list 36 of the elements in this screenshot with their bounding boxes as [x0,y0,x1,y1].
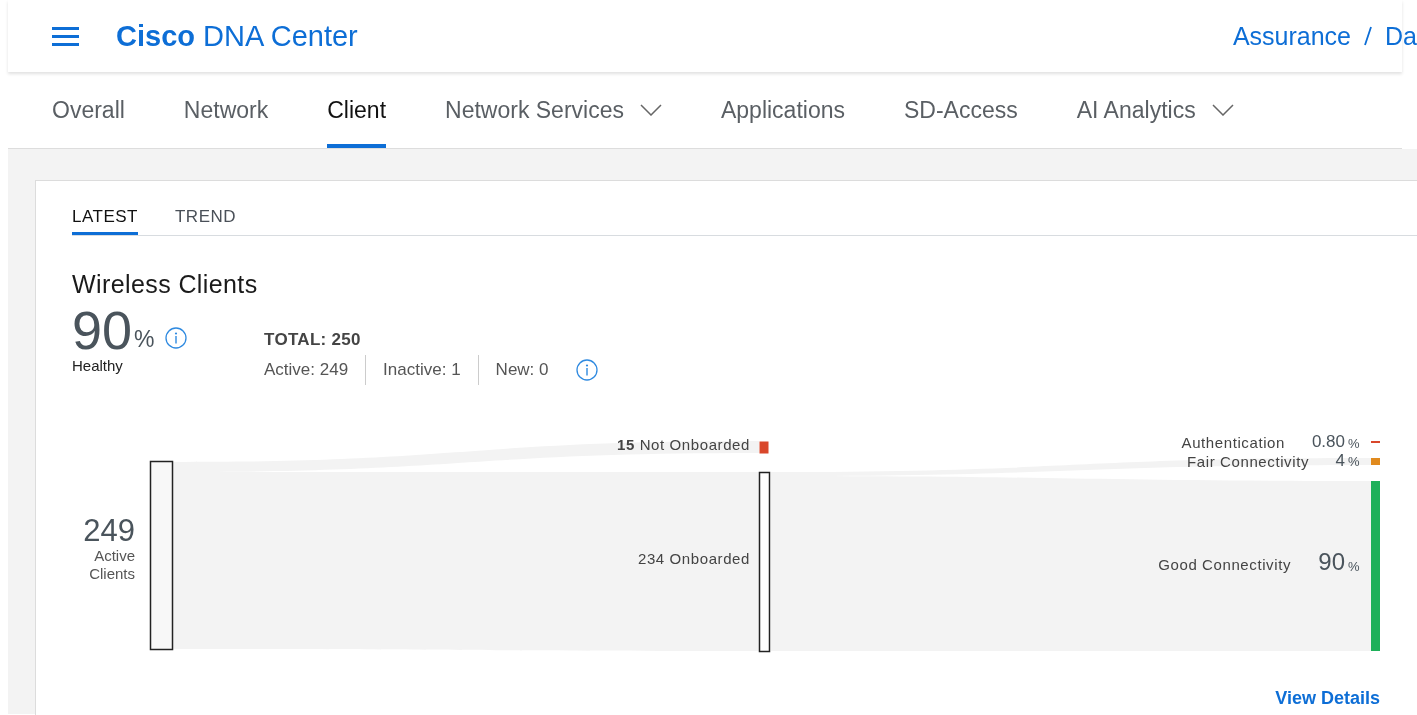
info-icon[interactable] [164,327,187,349]
percent-value: 0.80 [1311,432,1345,452]
nav-tab[interactable]: Overall [52,72,125,148]
percent-sign: % [1348,436,1360,451]
client-stat: Active: 249 [264,359,350,381]
view-details-link[interactable]: View Details [1275,688,1380,709]
client-stat: Inactive: 1 [365,355,478,385]
node-label: Good Connectivity [1158,556,1291,573]
total-count: TOTAL: 250 [264,330,362,350]
breadcrumb-link[interactable]: Da [1385,21,1417,51]
percent-sign: % [1348,559,1360,574]
app-title: Cisco DNA Center [116,19,358,53]
percent-value: 4 [1335,451,1345,471]
node-label: 15 Not Onboarded [616,436,750,453]
node-label: 234 Onboarded [637,550,750,567]
percent-sign: % [1348,454,1360,469]
percent-value: 90 [1318,548,1345,576]
node-label: Fair Connectivity [1187,453,1309,470]
menu-icon[interactable] [52,25,79,47]
nav-tab[interactable]: Applications [720,72,845,148]
nav-tab[interactable]: Network [183,72,269,148]
node-value: 249 [83,513,135,549]
client-stat: New: 0 [477,355,566,385]
sub-tab[interactable]: LATEST [72,203,138,235]
sub-tab[interactable]: TREND [175,203,237,235]
nav-tab[interactable]: AI Analytics [1076,72,1234,148]
info-icon[interactable] [575,359,598,381]
panel-title: Wireless Clients [72,270,259,299]
node-label: Authentication [1181,434,1285,451]
breadcrumb-link[interactable]: Assurance [1232,21,1352,51]
nav-tab[interactable]: SD-Access [904,72,1018,148]
node-label: Active Clients [88,547,135,583]
nav-tab[interactable]: Network Services [445,72,662,148]
health-label: Healthy [72,357,124,374]
percent-sign: % [134,326,155,353]
health-score: 90 [72,303,133,357]
